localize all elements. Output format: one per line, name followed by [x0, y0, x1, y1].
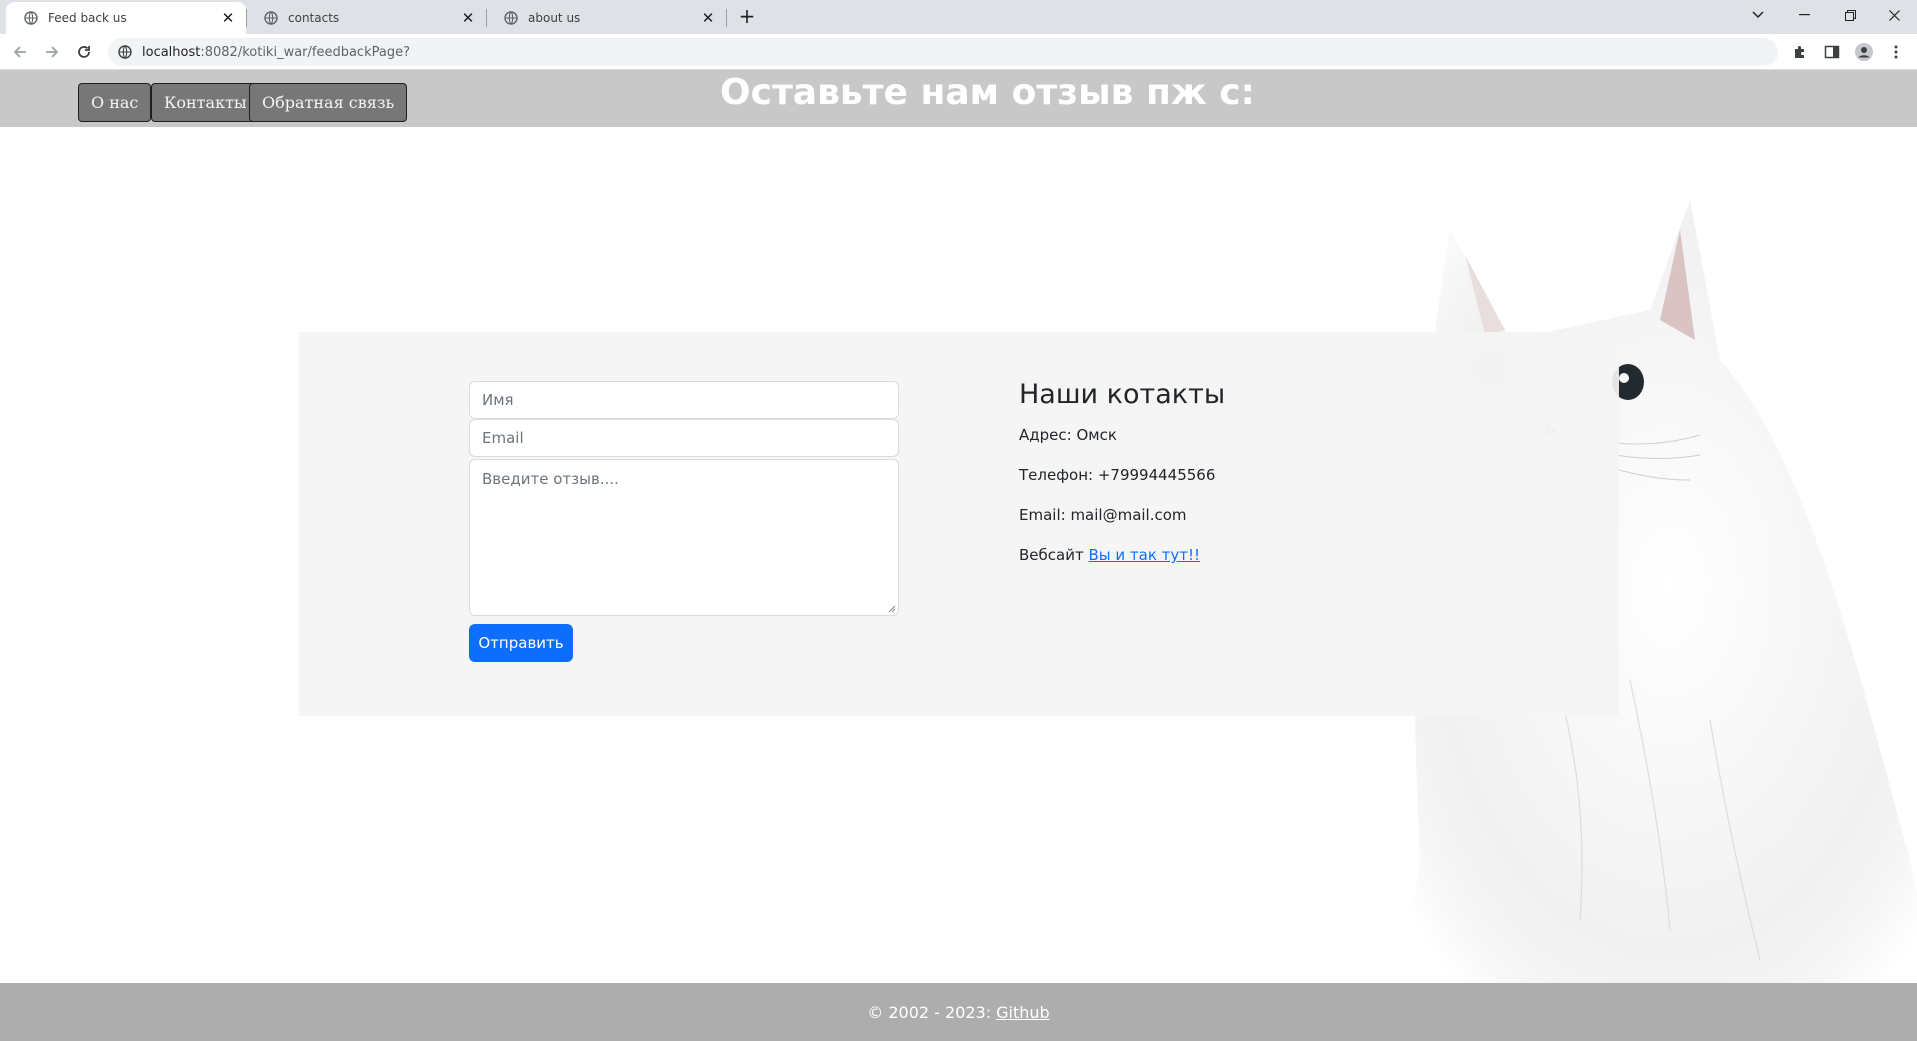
tab-separator [726, 9, 727, 27]
close-window-icon[interactable] [1871, 0, 1917, 30]
tab-title: Feed back us [48, 11, 127, 25]
url-host: localhost [142, 44, 201, 60]
url-path: :8082/kotiki_war/feedbackPage? [200, 44, 410, 60]
restore-icon[interactable] [1827, 0, 1873, 30]
globe-icon [24, 11, 38, 25]
contacts-heading: Наши котакты [1019, 379, 1226, 410]
nav-feedback-button[interactable]: Обратная связь [249, 83, 408, 122]
contact-email: Email: mail@mail.com [1019, 506, 1187, 524]
back-arrow-icon[interactable] [9, 41, 31, 63]
email-input[interactable]: Email [469, 419, 899, 457]
name-input[interactable]: Имя [469, 381, 899, 419]
globe-icon [264, 11, 278, 25]
address-bar[interactable]: localhost:8082/kotiki_war/feedbackPage? [108, 38, 1778, 66]
profile-avatar-icon[interactable] [1854, 42, 1874, 62]
forward-arrow-icon[interactable] [41, 41, 63, 63]
website-label: Вебсайт [1019, 546, 1084, 564]
submit-button[interactable]: Отправить [469, 624, 573, 662]
tab-about-us[interactable]: about us ✕ [486, 2, 726, 34]
browser-tab-strip: Feed back us ✕ contacts ✕ about us ✕ + [0, 0, 1917, 34]
resize-grip-icon[interactable] [888, 605, 896, 613]
nav-about-button[interactable]: О нас [78, 83, 152, 122]
feedback-textarea[interactable]: Введите отзыв.... [469, 459, 899, 616]
tab-title: contacts [288, 11, 340, 25]
tab-search-chevron-icon[interactable] [1735, 0, 1781, 30]
site-header: О нас Контакты Обратная связь Оставьте н… [0, 70, 1917, 127]
page-title: Оставьте нам отзыв пж с: [720, 72, 1255, 113]
globe-icon [504, 11, 518, 25]
footer-copyright: © 2002 - 2023: [867, 1002, 992, 1022]
new-tab-plus-icon[interactable]: + [736, 6, 758, 28]
browser-toolbar: localhost:8082/kotiki_war/feedbackPage? [0, 34, 1917, 70]
close-icon[interactable]: ✕ [220, 9, 236, 27]
close-icon[interactable]: ✕ [460, 9, 476, 27]
extensions-puzzle-icon[interactable] [1790, 42, 1810, 62]
website-link[interactable]: Вы и так тут!! [1088, 546, 1200, 564]
tab-feed-back-us[interactable]: Feed back us ✕ [6, 2, 246, 34]
close-icon[interactable]: ✕ [700, 9, 716, 27]
contact-phone: Телефон: +79994445566 [1019, 466, 1216, 484]
textarea-placeholder: Введите отзыв.... [482, 470, 619, 488]
nav-contacts-button[interactable]: Контакты [151, 83, 260, 122]
github-link[interactable]: Github [996, 1003, 1050, 1022]
tab-title: about us [528, 11, 581, 25]
minimize-icon[interactable] [1781, 0, 1827, 30]
kebab-menu-icon[interactable] [1886, 42, 1906, 62]
contact-website: Вебсайт Вы и так тут!! [1019, 546, 1200, 564]
contact-address: Адрес: Омск [1019, 426, 1117, 444]
tab-contacts[interactable]: contacts ✕ [246, 2, 486, 34]
site-info-icon[interactable] [118, 45, 132, 59]
feedback-panel: Имя Email Введите отзыв.... Отправить На… [299, 332, 1619, 716]
reload-icon[interactable] [73, 41, 95, 63]
site-footer: © 2002 - 2023: Github [0, 983, 1917, 1041]
side-panel-icon[interactable] [1822, 42, 1842, 62]
web-page: О нас Контакты Обратная связь Оставьте н… [0, 70, 1917, 1041]
